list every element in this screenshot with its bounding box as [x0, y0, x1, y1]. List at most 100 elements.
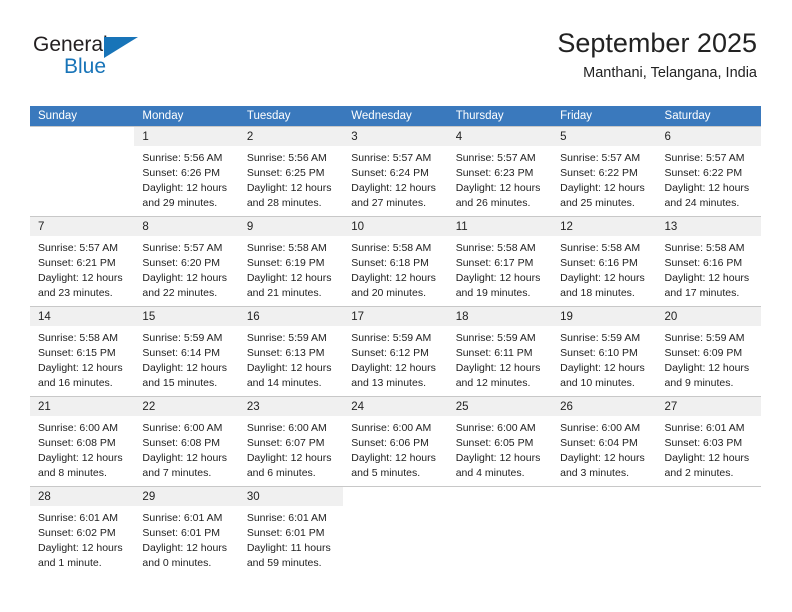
calendar-day-cell[interactable]: 29 Sunrise: 6:01 AM Sunset: 6:01 PM Dayligh… [134, 486, 239, 576]
calendar-day-cell[interactable]: 6 Sunrise: 5:57 AM Sunset: 6:22 PM Daylight… [656, 126, 761, 217]
sunrise-time: Sunrise: 5:56 AM [246, 152, 327, 164]
day-details: Sunrise: 5:57 AM Sunset: 6:22 PM Daylight:… [552, 146, 656, 211]
sunset-time: Sunset: 6:03 PM [664, 436, 743, 449]
calendar-day-cell[interactable]: 14 Sunrise: 5:58 AM Sunset: 6:15 PM Dayligh… [30, 306, 135, 397]
calendar-cell-inner [343, 487, 448, 576]
daylight-duration-line2: and 12 minutes. [455, 376, 531, 389]
daylight-duration-line2: and 13 minutes. [351, 376, 426, 389]
calendar-day-cell[interactable]: 13 Sunrise: 5:58 AM Sunset: 6:16 PM Dayligh… [656, 216, 761, 307]
day-number: 4 [447, 127, 553, 146]
calendar-cell-inner: 19 Sunrise: 5:59 AM Sunset: 6:10 PM Dayligh… [552, 307, 657, 396]
calendar-day-cell[interactable]: 16 Sunrise: 5:59 AM Sunset: 6:13 PM Dayligh… [238, 306, 344, 397]
day-details: Sunrise: 5:57 AM Sunset: 6:20 PM Daylight:… [134, 236, 238, 301]
sunrise-time: Sunrise: 5:59 AM [455, 332, 536, 344]
calendar-day-cell[interactable]: 19 Sunrise: 5:59 AM Sunset: 6:10 PM Dayligh… [552, 306, 657, 397]
calendar-cell-inner: 3 Sunrise: 5:57 AM Sunset: 6:24 PM Daylight… [343, 127, 448, 216]
calendar-day-cell[interactable]: 8 Sunrise: 5:57 AM Sunset: 6:20 PM Daylight… [134, 216, 239, 307]
day-details: Sunrise: 5:57 AM Sunset: 6:24 PM Daylight:… [343, 146, 447, 211]
day-details: Sunrise: 5:59 AM Sunset: 6:14 PM Daylight:… [134, 326, 238, 391]
daylight-duration-line2: and 18 minutes. [560, 286, 635, 299]
daylight-duration-line2: and 9 minutes. [664, 376, 734, 389]
weekday-header-row: Sunday Monday Tuesday Wednesday Thursday… [30, 106, 761, 127]
day-number: 2 [238, 127, 344, 146]
calendar-day-cell[interactable]: 1 Sunrise: 5:56 AM Sunset: 6:26 PM Daylight… [134, 126, 239, 217]
daylight-duration-line1: Daylight: 11 hours [246, 541, 331, 554]
sunset-time: Sunset: 6:25 PM [246, 166, 325, 179]
day-details: Sunrise: 5:59 AM Sunset: 6:11 PM Daylight:… [448, 326, 552, 391]
calendar-day-cell[interactable]: 30 Sunrise: 6:01 AM Sunset: 6:01 PM Dayligh… [238, 486, 344, 576]
calendar-day-cell[interactable]: 2 Sunrise: 5:56 AM Sunset: 6:25 PM Daylight… [238, 126, 344, 217]
day-details: Sunrise: 5:58 AM Sunset: 6:15 PM Daylight:… [30, 326, 134, 391]
calendar-cell-inner: 30 Sunrise: 6:01 AM Sunset: 6:01 PM Dayligh… [238, 487, 344, 576]
daylight-duration-line1: Daylight: 12 hours [142, 361, 228, 374]
calendar-day-cell[interactable]: 12 Sunrise: 5:58 AM Sunset: 6:16 PM Dayligh… [552, 216, 657, 307]
sunrise-time: Sunrise: 5:59 AM [142, 332, 223, 344]
calendar-day-cell[interactable]: 7 Sunrise: 5:57 AM Sunset: 6:21 PM Daylight… [30, 216, 135, 307]
daylight-duration-line1: Daylight: 12 hours [246, 181, 332, 194]
calendar-day-cell[interactable]: 10 Sunrise: 5:58 AM Sunset: 6:18 PM Dayligh… [343, 216, 448, 307]
sunrise-time: Sunrise: 6:00 AM [246, 422, 327, 434]
sunrise-time: Sunrise: 5:57 AM [455, 152, 536, 164]
day-number: 23 [238, 397, 344, 416]
calendar-day-cell[interactable]: 26 Sunrise: 6:00 AM Sunset: 6:04 PM Dayligh… [552, 396, 657, 487]
calendar-day-cell[interactable]: 20 Sunrise: 5:59 AM Sunset: 6:09 PM Dayligh… [656, 306, 761, 397]
general-blue-logo[interactable]: General Blue [33, 34, 153, 82]
daylight-duration-line1: Daylight: 12 hours [664, 361, 750, 374]
sunset-time: Sunset: 6:11 PM [455, 346, 533, 359]
sunset-time: Sunset: 6:17 PM [455, 256, 534, 269]
day-number: 5 [552, 127, 657, 146]
calendar-cell-inner: 9 Sunrise: 5:58 AM Sunset: 6:19 PM Daylight… [238, 217, 344, 306]
day-details: Sunrise: 5:57 AM Sunset: 6:22 PM Daylight:… [657, 146, 761, 211]
day-number: 10 [343, 217, 448, 236]
sunset-time: Sunset: 6:08 PM [38, 436, 116, 449]
calendar-day-cell[interactable]: 25 Sunrise: 6:00 AM Sunset: 6:05 PM Dayligh… [447, 396, 553, 487]
sunset-time: Sunset: 6:04 PM [560, 436, 638, 449]
sunset-time: Sunset: 6:23 PM [455, 166, 534, 179]
sunset-time: Sunset: 6:01 PM [246, 526, 325, 539]
calendar-cell-inner: 28 Sunrise: 6:01 AM Sunset: 6:02 PM Dayligh… [30, 487, 135, 576]
sunrise-time: Sunrise: 5:58 AM [246, 242, 327, 254]
daylight-duration-line2: and 29 minutes. [142, 196, 218, 209]
daylight-duration-line2: and 25 minutes. [560, 196, 635, 209]
day-details: Sunrise: 5:59 AM Sunset: 6:09 PM Daylight:… [657, 326, 761, 391]
calendar-day-cell[interactable]: 5 Sunrise: 5:57 AM Sunset: 6:22 PM Daylight… [552, 126, 657, 217]
calendar-day-cell[interactable]: 27 Sunrise: 6:01 AM Sunset: 6:03 PM Dayligh… [656, 396, 761, 487]
calendar-cell-inner: 18 Sunrise: 5:59 AM Sunset: 6:11 PM Dayligh… [447, 307, 553, 396]
calendar-cell-inner: 16 Sunrise: 5:59 AM Sunset: 6:13 PM Dayligh… [238, 307, 344, 396]
day-number: 8 [134, 217, 239, 236]
calendar-day-cell[interactable]: 23 Sunrise: 6:00 AM Sunset: 6:07 PM Dayligh… [238, 396, 344, 487]
daylight-duration-line2: and 1 minute. [38, 556, 102, 569]
calendar-week-row: 28 Sunrise: 6:01 AM Sunset: 6:02 PM Dayligh… [30, 486, 761, 576]
calendar-day-cell[interactable]: 28 Sunrise: 6:01 AM Sunset: 6:02 PM Dayligh… [30, 486, 135, 576]
calendar-cell-inner [30, 127, 135, 216]
calendar-day-cell[interactable]: 21 Sunrise: 6:00 AM Sunset: 6:08 PM Dayligh… [30, 396, 135, 487]
calendar-day-cell[interactable]: 4 Sunrise: 5:57 AM Sunset: 6:23 PM Daylight… [447, 126, 553, 217]
calendar-day-cell[interactable]: 18 Sunrise: 5:59 AM Sunset: 6:11 PM Dayligh… [447, 306, 553, 397]
sunrise-time: Sunrise: 5:57 AM [142, 242, 223, 254]
day-number: 30 [238, 487, 344, 506]
sunrise-time: Sunrise: 5:58 AM [664, 242, 745, 254]
weekday-header-friday: Friday [552, 106, 657, 127]
weekday-header-thursday: Thursday [447, 106, 553, 127]
sunset-time: Sunset: 6:13 PM [246, 346, 325, 359]
calendar-day-cell[interactable]: 15 Sunrise: 5:59 AM Sunset: 6:14 PM Dayligh… [134, 306, 239, 397]
calendar-cell-inner: 13 Sunrise: 5:58 AM Sunset: 6:16 PM Dayligh… [656, 217, 761, 306]
day-number: 18 [447, 307, 553, 326]
sunrise-time: Sunrise: 6:00 AM [455, 422, 536, 434]
calendar-day-cell[interactable]: 11 Sunrise: 5:58 AM Sunset: 6:17 PM Dayligh… [447, 216, 553, 307]
calendar-cell-inner: 26 Sunrise: 6:00 AM Sunset: 6:04 PM Dayligh… [552, 397, 657, 486]
sunset-time: Sunset: 6:01 PM [142, 526, 221, 539]
day-details: Sunrise: 5:56 AM Sunset: 6:25 PM Daylight:… [239, 146, 343, 211]
calendar-day-cell[interactable]: 24 Sunrise: 6:00 AM Sunset: 6:06 PM Dayligh… [343, 396, 448, 487]
sunset-time: Sunset: 6:02 PM [38, 526, 116, 539]
sunset-time: Sunset: 6:14 PM [142, 346, 221, 359]
day-number: 26 [552, 397, 657, 416]
weekday-header-tuesday: Tuesday [238, 106, 344, 127]
day-number [447, 487, 553, 506]
calendar-day-cell[interactable]: 22 Sunrise: 6:00 AM Sunset: 6:08 PM Dayligh… [134, 396, 239, 487]
daylight-duration-line1: Daylight: 12 hours [351, 361, 436, 374]
calendar-day-cell[interactable]: 17 Sunrise: 5:59 AM Sunset: 6:12 PM Dayligh… [343, 306, 448, 397]
daylight-duration-line2: and 10 minutes. [560, 376, 635, 389]
calendar-day-cell[interactable]: 3 Sunrise: 5:57 AM Sunset: 6:24 PM Daylight… [343, 126, 448, 217]
calendar-day-cell[interactable]: 9 Sunrise: 5:58 AM Sunset: 6:19 PM Daylight… [238, 216, 344, 307]
